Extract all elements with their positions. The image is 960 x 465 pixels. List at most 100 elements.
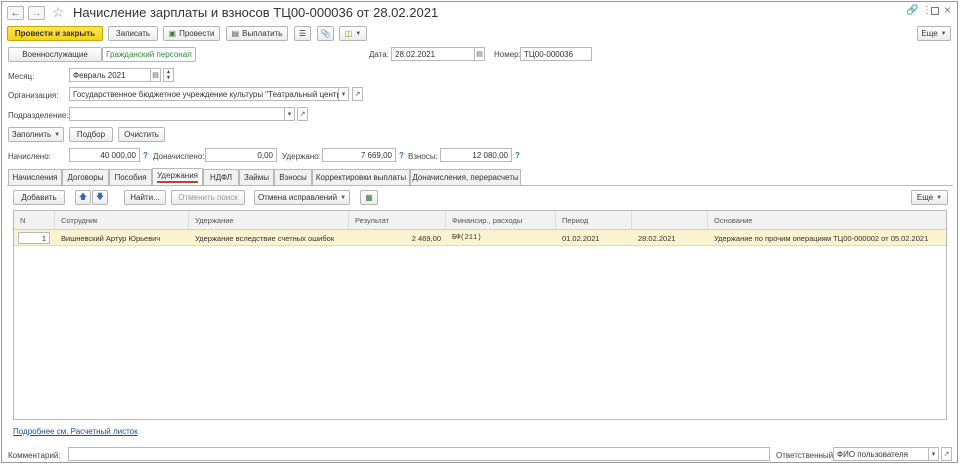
forward-button[interactable]: →	[28, 6, 45, 20]
tab-contracts[interactable]: Договоры	[62, 169, 109, 185]
cell-financing[interactable]: БФ(211)	[446, 230, 556, 246]
accrued-field[interactable]: 40 000,00	[69, 148, 140, 162]
extra-accrued-field[interactable]: 0,00	[205, 148, 277, 162]
column-header-basis[interactable]: Основание	[708, 211, 948, 230]
column-header-financing[interactable]: Финансир., расходы	[446, 211, 556, 230]
maximize-icon[interactable]	[931, 7, 939, 15]
more-label: Еще	[921, 29, 938, 38]
withheld-help-icon[interactable]: ?	[399, 151, 404, 160]
link-icon[interactable]: 🔗	[906, 5, 918, 16]
department-open-button[interactable]: ↗	[297, 107, 308, 121]
table-header: N Сотрудник Удержание Результат Финансир…	[14, 211, 946, 230]
cancel-corrections-button[interactable]: Отмена исправлений ▼	[254, 190, 350, 205]
tab-payment-corrections[interactable]: Корректировки выплаты	[312, 169, 410, 185]
column-header-period[interactable]: Период	[556, 211, 632, 230]
tab-recalculations[interactable]: Доначисления, перерасчеты	[410, 169, 521, 185]
department-field[interactable]	[69, 107, 285, 121]
tab-benefits[interactable]: Пособия	[109, 169, 152, 185]
organization-field[interactable]: Государственное бюджетное учреждение кул…	[69, 87, 339, 101]
accrued-help-icon[interactable]: ?	[143, 151, 148, 160]
responsible-dropdown-button[interactable]: ▾	[928, 447, 939, 461]
more-button[interactable]: Еще ▼	[917, 26, 951, 41]
calendar-button[interactable]: ▤	[474, 47, 485, 61]
chevron-down-icon: ▾	[341, 91, 346, 98]
cell-result[interactable]: 2 469,00	[349, 230, 446, 246]
responsible-field[interactable]: ФИО пользователя	[833, 447, 929, 461]
tab-civil-personnel[interactable]: Гражданский персонал	[102, 47, 196, 62]
department-dropdown-button[interactable]: ▾	[284, 107, 295, 121]
tab-deductions[interactable]: Удержания	[152, 168, 203, 185]
tab-more-button[interactable]: Еще ▼	[911, 190, 948, 205]
arrow-down-icon: 🡇	[95, 191, 105, 201]
payslip-link[interactable]: Подробнее см. Расчетный листок	[13, 427, 138, 436]
table-row[interactable]: 1 Вишневский Артур Юрьевич Удержание всл…	[14, 230, 946, 246]
tab-accruals[interactable]: Начисления	[8, 169, 62, 185]
withheld-field[interactable]: 7 669,00	[322, 148, 396, 162]
accrued-label: Начислено:	[8, 152, 51, 161]
add-button[interactable]: Добавить	[13, 190, 65, 205]
contributions-field[interactable]: 12 080,00	[440, 148, 512, 162]
cell-basis[interactable]: Удержание по прочим операциям ТЦ00-00000…	[708, 230, 948, 246]
tab-ndfl[interactable]: НДФЛ	[203, 169, 239, 185]
pay-label: Выплатить	[242, 29, 283, 38]
responsible-open-button[interactable]: ↗	[941, 447, 952, 461]
column-header-n[interactable]: N	[14, 211, 55, 230]
organization-dropdown-button[interactable]: ▾	[338, 87, 349, 101]
find-button[interactable]: Найти...	[124, 190, 166, 205]
cell-period-to[interactable]: 28.02.2021	[632, 230, 708, 246]
cell-period-from[interactable]: 01.02.2021	[556, 230, 632, 246]
move-down-button[interactable]: 🡇	[92, 190, 108, 205]
cell-employee[interactable]: Вишневский Артур Юрьевич	[55, 230, 189, 246]
cell-n[interactable]: 1	[14, 230, 55, 246]
window-title: Начисление зарплаты и взносов ТЦ00-00003…	[73, 5, 439, 20]
column-header-result[interactable]: Результат	[349, 211, 446, 230]
chevron-down-icon: ▼	[940, 30, 947, 37]
column-header-employee[interactable]: Сотрудник	[55, 211, 189, 230]
tab-military[interactable]: Военнослужащие	[8, 47, 102, 62]
arrow-right-icon: →	[31, 7, 42, 19]
post-button[interactable]: ▣ Провести	[163, 26, 220, 41]
month-stepper[interactable]: ▲ ▼	[163, 68, 174, 82]
comment-field[interactable]	[68, 447, 770, 461]
move-up-button[interactable]: 🡅	[75, 190, 91, 205]
number-label: Номер:	[494, 50, 521, 59]
month-calendar-button[interactable]: ▤	[150, 68, 161, 82]
fill-label: Заполнить	[11, 130, 52, 139]
attach-button[interactable]: 📎	[317, 26, 334, 41]
chevron-down-icon: ▼	[936, 194, 943, 201]
cell-deduction[interactable]: Удержание вследствие счетных ошибок	[189, 230, 349, 246]
tab-contributions[interactable]: Взносы	[274, 169, 312, 185]
month-field[interactable]: Февраль 2021	[69, 68, 151, 82]
post-and-close-button[interactable]: Провести и закрыть	[7, 26, 103, 41]
table-settings-button[interactable]: ▦	[360, 190, 378, 205]
open-link-icon: ↗	[354, 91, 361, 98]
pay-button[interactable]: ▤ Выплатить	[226, 26, 288, 41]
tab-more-label: Еще	[916, 193, 934, 202]
cancel-corrections-label: Отмена исправлений	[257, 193, 338, 202]
column-header-period-end[interactable]	[632, 211, 708, 230]
column-header-deduction[interactable]: Удержание	[189, 211, 349, 230]
chevron-down-icon: ▾	[287, 111, 292, 118]
pick-button[interactable]: Подбор	[69, 127, 113, 142]
list-icon: ☰	[298, 29, 307, 38]
cell-n-value: 1	[18, 232, 50, 244]
date-label: Дата:	[369, 50, 389, 59]
fill-button[interactable]: Заполнить ▼	[8, 127, 64, 142]
back-button[interactable]: ←	[7, 6, 24, 20]
tab-loans[interactable]: Займы	[239, 169, 274, 185]
close-icon[interactable]: ×	[944, 3, 951, 17]
arrow-up-icon: 🡅	[78, 191, 88, 201]
list-button[interactable]: ☰	[294, 26, 311, 41]
paperclip-icon: 📎	[320, 29, 331, 38]
contributions-help-icon[interactable]: ?	[515, 151, 520, 160]
clear-button[interactable]: Очистить	[118, 127, 165, 142]
cancel-search-button[interactable]: Отменить поиск	[171, 190, 245, 205]
month-label: Месяц:	[8, 72, 35, 81]
document-window: ← → ☆ Начисление зарплаты и взносов ТЦ00…	[1, 1, 958, 463]
favorite-star-icon[interactable]: ☆	[52, 4, 65, 21]
create-based-on-button[interactable]: ◫ ▼	[339, 26, 367, 41]
organization-open-button[interactable]: ↗	[352, 87, 363, 101]
date-field[interactable]: 28.02.2021	[391, 47, 475, 61]
save-button[interactable]: Записать	[108, 26, 158, 41]
number-field[interactable]: ТЦ00-000036	[520, 47, 592, 61]
